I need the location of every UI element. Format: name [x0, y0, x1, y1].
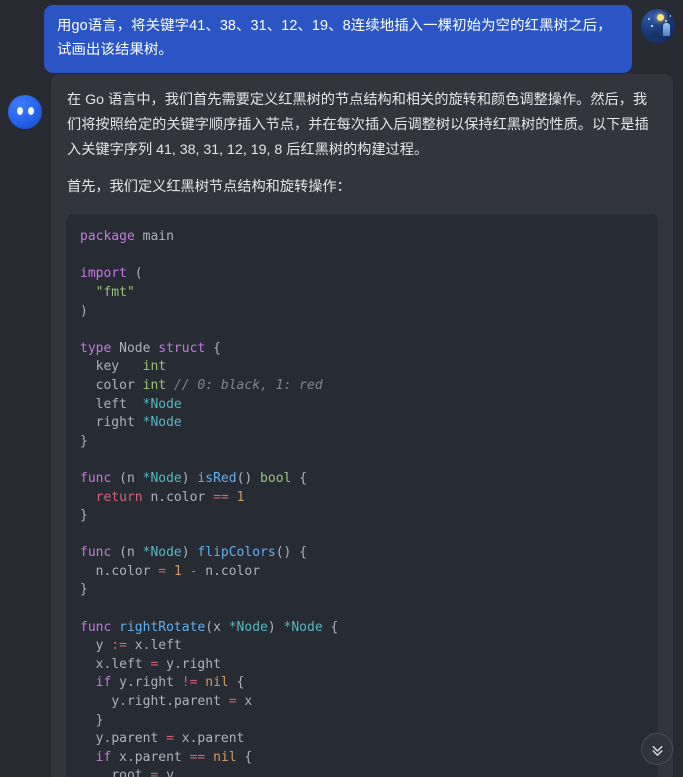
assistant-avatar[interactable] [8, 95, 42, 130]
code-content: package main import ( "fmt" ) type Node … [80, 229, 339, 777]
code-block[interactable]: package main import ( "fmt" ) type Node … [66, 214, 658, 777]
star-icon [647, 17, 650, 20]
star-icon [669, 15, 672, 17]
assistant-paragraph-1: 在 Go 语言中，我们首先需要定义红黑树的节点结构和相关的旋转和颜色调整操作。然… [67, 92, 649, 158]
user-message-row: 用go语言，将关键字41、38、31、12、19、8连续地插入一棵初始为空的红黑… [0, 0, 683, 74]
figure-icon [663, 22, 671, 36]
night-sky-avatar-icon [641, 9, 675, 43]
assistant-message-bubble: 在 Go 语言中，我们首先需要定义红黑树的节点结构和相关的旋转和颜色调整操作。然… [51, 74, 673, 777]
assistant-message-row: 在 Go 语言中，我们首先需要定义红黑树的节点结构和相关的旋转和颜色调整操作。然… [0, 73, 683, 777]
scroll-to-bottom-button[interactable] [641, 733, 673, 765]
assistant-paragraph-2: 首先，我们定义红黑树节点结构和旋转操作： [67, 179, 351, 196]
double-chevron-down-icon [652, 745, 662, 756]
robot-face-icon [8, 95, 42, 130]
chat-app: 用go语言，将关键字41、38、31、12、19、8连续地插入一棵初始为空的红黑… [0, 0, 683, 777]
eye-icon [16, 106, 23, 115]
star-icon [651, 25, 653, 27]
user-message-bubble: 用go语言，将关键字41、38、31、12、19、8连续地插入一棵初始为空的红黑… [44, 5, 632, 74]
moon-icon [656, 13, 664, 21]
user-avatar[interactable] [641, 9, 675, 43]
star-icon [665, 20, 668, 23]
assistant-message-wrapper: 在 Go 语言中，我们首先需要定义红黑树的节点结构和相关的旋转和颜色调整操作。然… [0, 73, 683, 777]
user-message-wrapper: 用go语言，将关键字41、38、31、12、19、8连续地插入一棵初始为空的红黑… [0, 0, 683, 74]
eye-icon [27, 106, 34, 115]
